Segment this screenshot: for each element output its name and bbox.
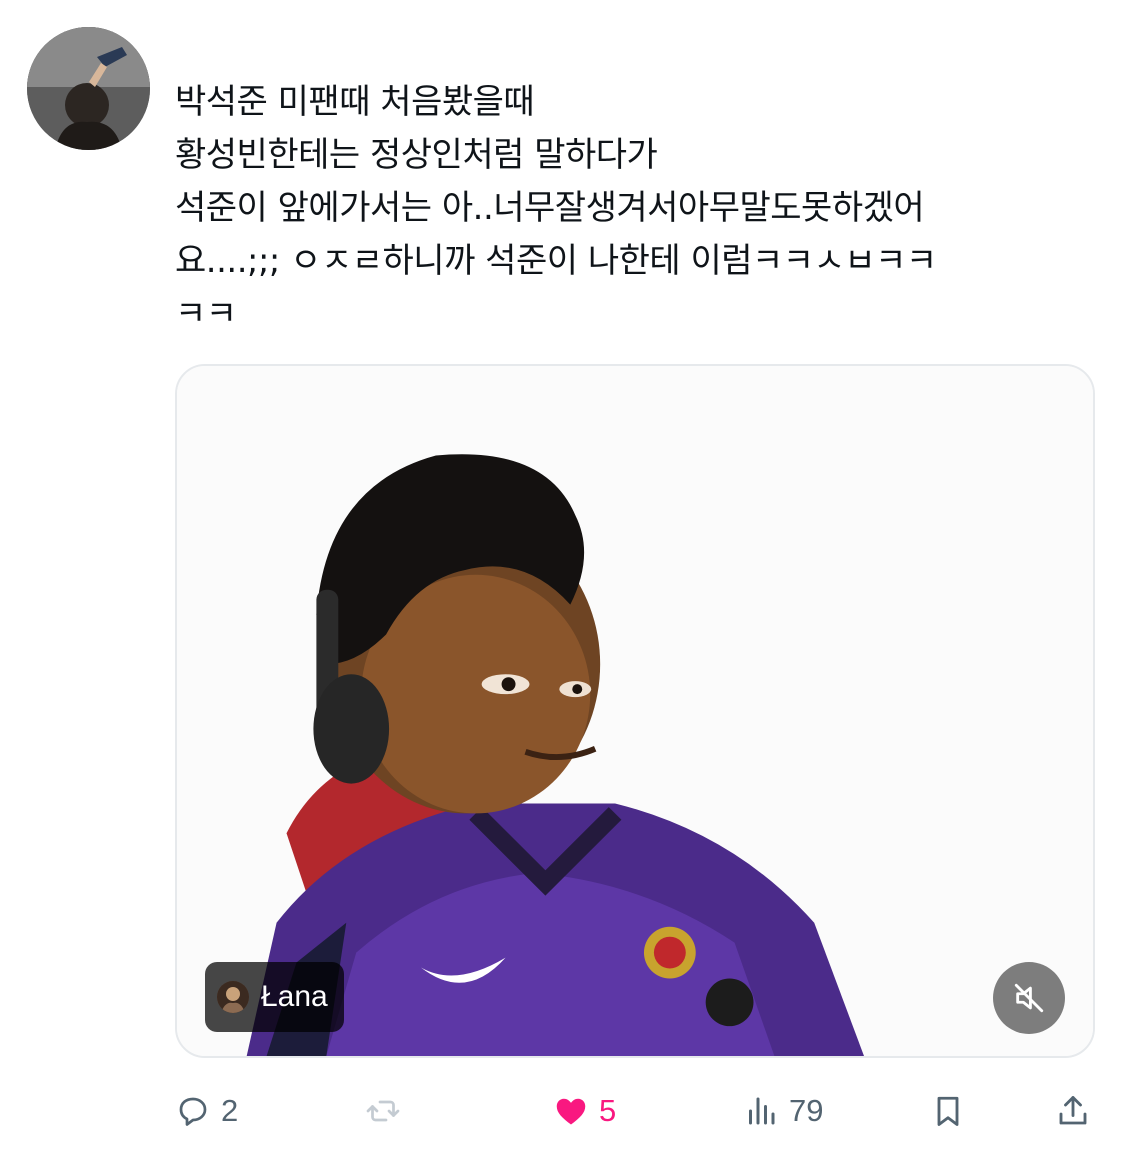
share-icon <box>1059 1096 1087 1125</box>
tweet-actions: 2 5 79 <box>175 1085 1095 1137</box>
mute-toggle-button[interactable] <box>993 962 1065 1034</box>
source-avatar <box>217 981 249 1013</box>
tweet-line: ㅋㅋ <box>175 294 237 334</box>
source-attribution[interactable]: Łana <box>205 962 344 1032</box>
heart-icon <box>556 1098 586 1125</box>
reply-button[interactable]: 2 <box>175 1085 238 1137</box>
video-frame-image <box>177 366 1093 1056</box>
tweet-line: 요....;;; ㅇㅈㄹ하니까 석준이 나한테 이럼ㅋㅋㅅㅂㅋㅋ <box>175 241 937 281</box>
like-button[interactable]: 5 <box>553 1085 616 1137</box>
author-avatar[interactable] <box>27 27 150 150</box>
tweet-line: 황성빈한테는 정상인처럼 말하다가 <box>175 135 658 175</box>
tweet-line: 석준이 앞에가서는 아..너무잘생겨서아무말도못하겠어 <box>175 188 925 228</box>
bar-chart-icon <box>749 1097 775 1125</box>
speaker-muted-icon <box>1014 983 1044 1013</box>
reply-count: 2 <box>221 1093 239 1128</box>
media-video[interactable]: Łana <box>175 364 1095 1058</box>
bookmark-button[interactable] <box>930 1085 966 1137</box>
tweet-line: 박석준 미팬때 처음봤을때 <box>175 82 535 122</box>
avatar-image <box>27 27 150 150</box>
like-count: 5 <box>599 1093 617 1128</box>
source-name: Łana <box>261 980 328 1013</box>
speech-bubble-icon <box>179 1097 207 1126</box>
share-button[interactable] <box>1055 1085 1091 1137</box>
tweet-body: 박석준 미팬때 처음봤을때 황성빈한테는 정상인처럼 말하다가 석준이 앞에가서… <box>175 76 1095 341</box>
views-count: 79 <box>789 1093 824 1128</box>
retweet-icon <box>366 1100 400 1122</box>
retweet-button[interactable] <box>365 1085 411 1137</box>
bookmark-icon <box>937 1096 959 1126</box>
views-button[interactable]: 79 <box>743 1085 823 1137</box>
